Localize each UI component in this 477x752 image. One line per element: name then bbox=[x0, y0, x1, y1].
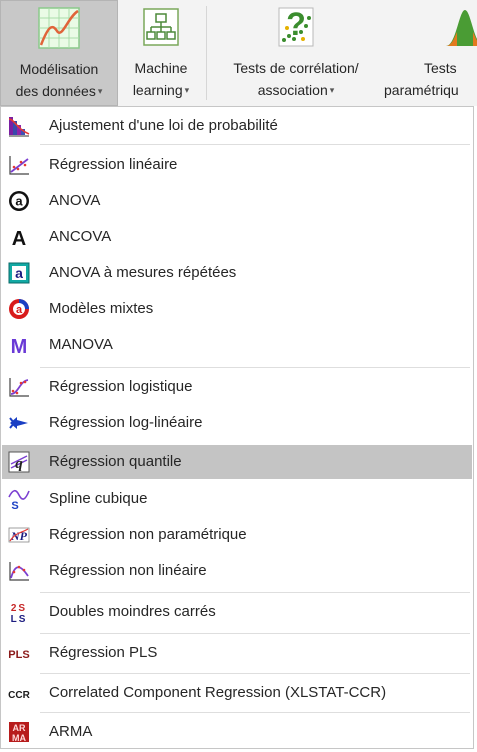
svg-text:a: a bbox=[15, 194, 23, 209]
ribbon: Modélisation des données ▾ Machine learni… bbox=[0, 0, 477, 106]
menu-item-label: ANCOVA bbox=[49, 228, 112, 245]
data-modeling-label-1: Modélisation bbox=[19, 61, 99, 77]
menu-item-label: ANOVA bbox=[49, 192, 101, 209]
correlation-tests-button[interactable]: ? Tests de corrélation/ association ▾ bbox=[208, 0, 384, 106]
mixed-models-icon: a bbox=[9, 299, 29, 319]
parametric-tests-button[interactable]: Tests paramétriqu bbox=[384, 0, 477, 106]
menu-item-label: Ajustement d'une loi de probabilité bbox=[49, 117, 278, 134]
ribbon-separator bbox=[206, 6, 207, 100]
menu-item-logistic-regression[interactable]: Régression logistique bbox=[2, 370, 472, 404]
bell-curve-icon bbox=[446, 10, 477, 46]
chevron-down-icon: ▾ bbox=[329, 85, 335, 95]
menu-item-two-stage-least-squares[interactable]: 2S LS Doubles moindres carrés bbox=[2, 595, 472, 629]
menu-item-cubic-spline[interactable]: S Spline cubique bbox=[2, 482, 472, 516]
menu-item-label: Correlated Component Regression (XLSTAT-… bbox=[49, 684, 387, 701]
pls-icon: PLS bbox=[8, 649, 29, 661]
spline-icon: S bbox=[8, 489, 30, 510]
chevron-down-icon: ▾ bbox=[97, 86, 103, 96]
menu-item-ccr[interactable]: CCR Correlated Component Regression (XLS… bbox=[2, 676, 472, 710]
menu-item-label: Régression PLS bbox=[49, 644, 158, 661]
correlation-icon: ? bbox=[278, 6, 314, 47]
menu-separator bbox=[40, 633, 470, 634]
menu-item-label: ANOVA à mesures répétées bbox=[49, 264, 237, 281]
svg-text:A: A bbox=[12, 228, 26, 248]
machine-learning-label-1: Machine bbox=[134, 60, 188, 76]
menu-item-mixed-models[interactable]: a Modèles mixtes bbox=[2, 292, 472, 326]
chevron-down-icon: ▾ bbox=[184, 85, 190, 95]
menu-item-label: Spline cubique bbox=[49, 490, 148, 507]
menu-item-label: MANOVA bbox=[49, 336, 113, 353]
menu-separator bbox=[40, 367, 470, 368]
parametric-tests-label-2: paramétriqu bbox=[384, 82, 459, 98]
menu-item-ancova[interactable]: A ANCOVA bbox=[2, 220, 472, 254]
data-modeling-button[interactable]: Modélisation des données ▾ bbox=[0, 0, 118, 106]
menu-item-log-linear-regression[interactable]: Régression log-linéaire bbox=[2, 406, 472, 440]
menu-item-nonlinear-regression[interactable]: Régression non linéaire bbox=[2, 554, 472, 588]
svg-text:S: S bbox=[11, 500, 18, 510]
svg-text:CCR: CCR bbox=[8, 690, 30, 701]
ancova-icon: A bbox=[12, 228, 26, 248]
svg-text:2S: 2S bbox=[11, 603, 27, 614]
menu-item-repeated-anova[interactable]: a ANOVA à mesures répétées bbox=[2, 256, 472, 290]
logistic-regression-icon bbox=[9, 378, 29, 397]
quantile-regression-icon: q bbox=[8, 451, 30, 473]
menu-item-distribution-fitting[interactable]: Ajustement d'une loi de probabilité bbox=[2, 109, 472, 143]
menu-item-label: Modèles mixtes bbox=[49, 300, 154, 317]
menu-item-arma[interactable]: AR MA ARMA bbox=[2, 715, 472, 749]
distribution-icon bbox=[8, 117, 30, 137]
svg-text:q: q bbox=[15, 456, 23, 472]
svg-text:M: M bbox=[11, 336, 28, 356]
machine-learning-label-2: learning bbox=[132, 82, 183, 98]
arma-icon: AR MA bbox=[9, 722, 29, 743]
data-modeling-dropdown-menu: Ajustement d'une loi de probabilité Régr… bbox=[0, 106, 477, 752]
linear-regression-icon bbox=[9, 156, 29, 175]
machine-learning-button[interactable]: Machine learning ▾ bbox=[118, 0, 204, 106]
menu-item-pls-regression[interactable]: PLS Régression PLS bbox=[2, 636, 472, 670]
menu-item-linear-regression[interactable]: Régression linéaire bbox=[2, 148, 472, 182]
svg-text:MA: MA bbox=[12, 733, 26, 743]
correlation-tests-label-1: Tests de corrélation/ bbox=[233, 60, 359, 76]
nonparametric-icon: NP bbox=[8, 527, 30, 543]
manova-icon: M bbox=[11, 336, 28, 356]
svg-text:?: ? bbox=[286, 6, 306, 42]
menu-item-nonparametric-regression[interactable]: NP Régression non paramétrique bbox=[2, 518, 472, 552]
network-icon bbox=[143, 8, 179, 46]
menu-item-label: Régression logistique bbox=[49, 378, 193, 395]
menu-item-quantile-regression[interactable]: q Régression quantile bbox=[2, 445, 472, 479]
repeated-anova-icon: a bbox=[8, 262, 30, 284]
menu-item-anova[interactable]: a ANOVA bbox=[2, 184, 472, 218]
svg-text:a: a bbox=[15, 265, 23, 281]
anova-icon: a bbox=[9, 191, 29, 211]
menu-separator bbox=[40, 592, 470, 593]
svg-text:PLS: PLS bbox=[8, 649, 29, 661]
svg-text:LS: LS bbox=[11, 614, 28, 623]
data-modeling-label-2: des données bbox=[15, 83, 96, 99]
correlation-tests-label-2: association bbox=[257, 82, 328, 98]
menu-item-label: Régression log-linéaire bbox=[49, 414, 203, 431]
log-linear-icon bbox=[9, 417, 28, 429]
menu-separator bbox=[40, 712, 470, 713]
menu-item-label: ARMA bbox=[49, 723, 93, 740]
menu-item-label: Doubles moindres carrés bbox=[49, 603, 216, 620]
menu-separator bbox=[40, 144, 470, 145]
menu-item-label: Régression non linéaire bbox=[49, 562, 207, 579]
svg-text:a: a bbox=[16, 304, 23, 316]
menu-item-label: Régression non paramétrique bbox=[49, 526, 247, 543]
line-chart-icon bbox=[38, 7, 80, 49]
menu-item-manova[interactable]: M MANOVA bbox=[2, 328, 472, 362]
ccr-icon: CCR bbox=[8, 690, 30, 701]
nonlinear-icon bbox=[9, 562, 29, 581]
parametric-tests-label-1: Tests bbox=[424, 60, 457, 76]
svg-text:AR: AR bbox=[13, 723, 26, 733]
menu-item-label: Régression linéaire bbox=[49, 156, 178, 173]
two-stage-ls-icon: 2S LS bbox=[11, 603, 28, 623]
menu-separator bbox=[40, 673, 470, 674]
menu-item-label: Régression quantile bbox=[49, 453, 182, 470]
